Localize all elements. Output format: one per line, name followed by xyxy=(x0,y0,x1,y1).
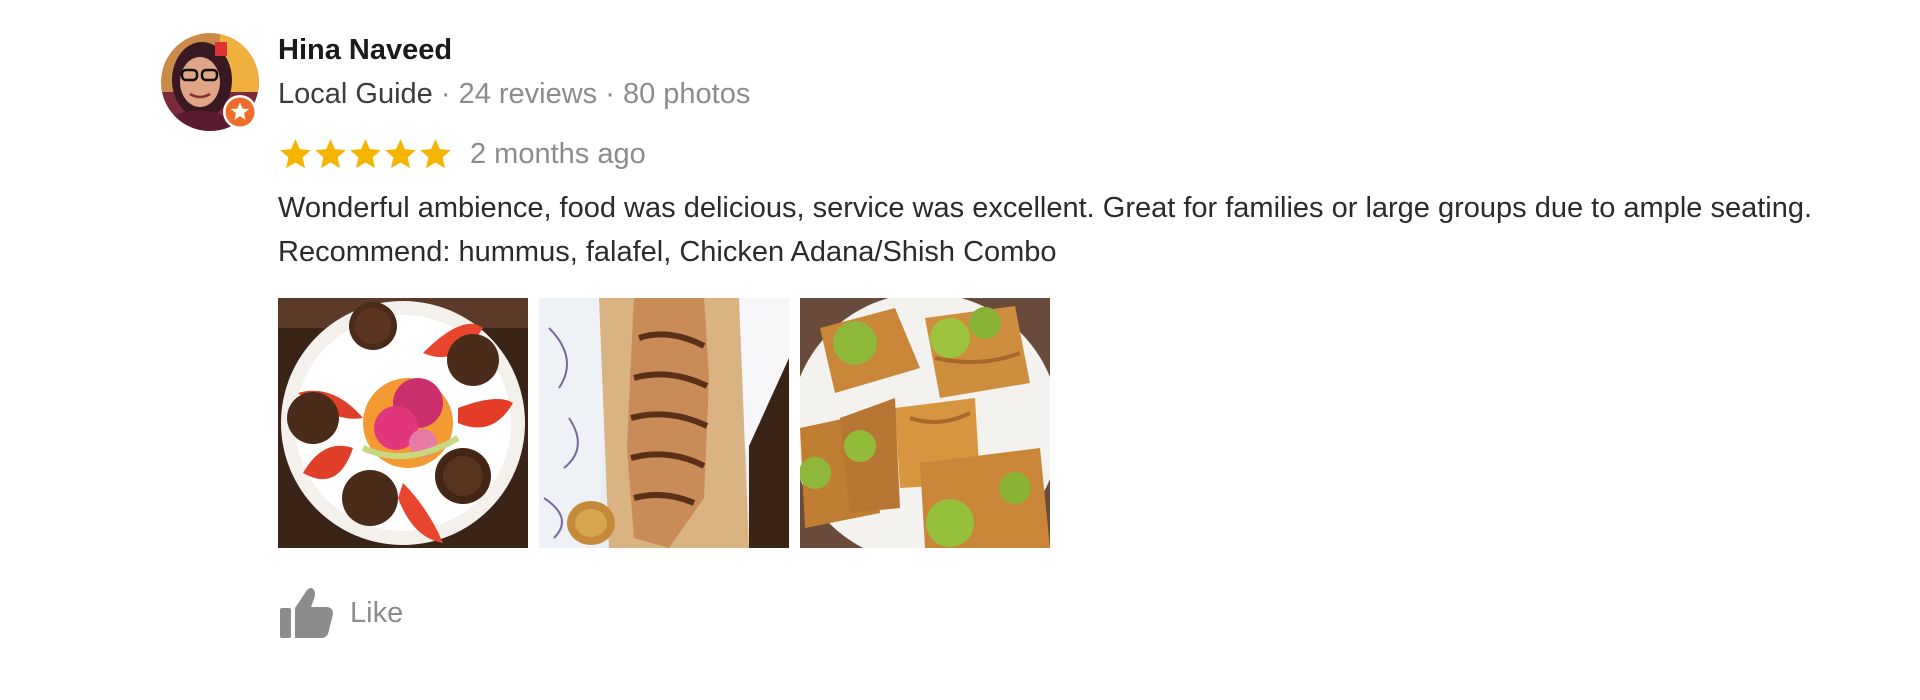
review-photo-3[interactable] xyxy=(800,298,1050,548)
like-button[interactable]: Like xyxy=(278,586,428,640)
review-time: 2 months ago xyxy=(470,138,646,170)
review-text: Wonderful ambience, food was delicious, … xyxy=(278,186,1818,274)
meta-separator: · xyxy=(432,78,459,110)
thumbs-up-icon xyxy=(280,588,333,638)
review-text-paragraph: Wonderful ambience, food was delicious, … xyxy=(278,192,1813,224)
review-photo-2[interactable] xyxy=(539,298,789,548)
flatbread-photo xyxy=(539,298,789,548)
baklava-photo xyxy=(800,298,1050,548)
star-icon xyxy=(315,139,346,169)
author-meta: Local Guide · 24 reviews · 80 photos xyxy=(278,74,1858,114)
author-name[interactable]: Hina Naveed xyxy=(278,30,1858,70)
local-guide-label[interactable]: Local Guide xyxy=(278,78,433,110)
local-guide-badge-icon xyxy=(223,95,257,129)
star-icon xyxy=(280,139,311,169)
reviews-count: 24 reviews xyxy=(458,78,598,110)
review-content: Hina Naveed Local Guide · 24 reviews · 8… xyxy=(278,30,1858,640)
author-avatar[interactable] xyxy=(160,32,260,132)
review-photo-1[interactable] xyxy=(278,298,528,548)
star-icon xyxy=(385,139,416,169)
star-rating xyxy=(278,136,453,172)
star-icon xyxy=(420,139,451,169)
rating-row: 2 months ago xyxy=(278,134,1858,174)
photos-count: 80 photos xyxy=(622,78,751,110)
falafel-plate-photo xyxy=(278,298,528,548)
meta-separator: · xyxy=(597,78,623,110)
star-icon xyxy=(350,139,381,169)
review-photos xyxy=(278,298,1858,548)
like-label: Like xyxy=(350,596,404,629)
review-text-recommend: Recommend: hummus, falafel, Chicken Adan… xyxy=(278,236,1057,268)
